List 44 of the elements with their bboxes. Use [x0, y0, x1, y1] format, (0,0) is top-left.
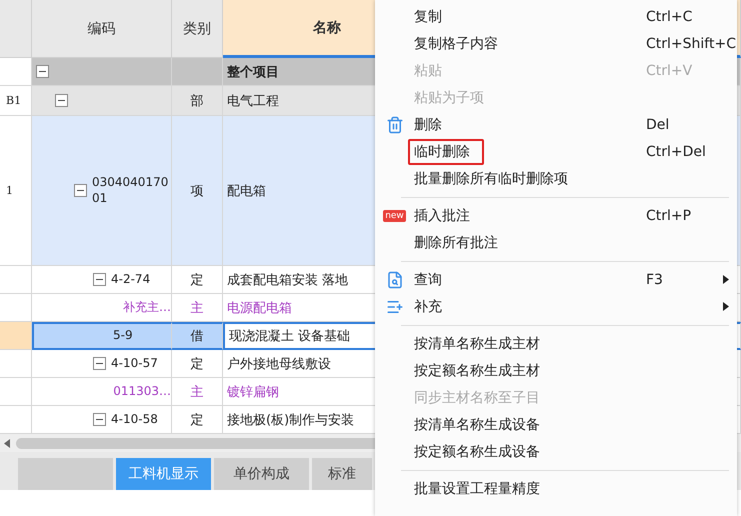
- menu-item[interactable]: 复制 Ctrl+C: [375, 3, 737, 30]
- type-cell: 定: [172, 350, 223, 378]
- row-number-header: [0, 0, 32, 58]
- collapse-toggle[interactable]: [36, 65, 49, 78]
- collapse-toggle[interactable]: [93, 273, 106, 286]
- menu-item[interactable]: new 插入批注 Ctrl+P: [375, 202, 737, 229]
- menu-item[interactable]: 批量删除所有临时删除项: [375, 165, 737, 192]
- search-icon: [386, 270, 404, 288]
- row-number-cell: [0, 322, 32, 350]
- collapse-toggle[interactable]: [55, 94, 68, 107]
- type-cell: 定: [172, 266, 223, 294]
- type-cell: 项: [172, 116, 223, 266]
- collapse-toggle[interactable]: [74, 184, 87, 197]
- row-number-cell: 1: [0, 116, 32, 266]
- code-text: 030404017001: [92, 174, 170, 206]
- menu-item[interactable]: 补充: [375, 293, 737, 320]
- bottom-tab[interactable]: 标准: [312, 458, 372, 490]
- menu-item[interactable]: 临时删除 Ctrl+Del: [375, 138, 737, 165]
- type-cell: 主: [172, 378, 223, 406]
- type-cell: 借: [172, 322, 223, 350]
- type-cell: 主: [172, 294, 223, 322]
- code-text: 4-10-58: [111, 412, 158, 428]
- scroll-left-icon[interactable]: [4, 438, 10, 448]
- code-text: 4-10-57: [111, 356, 158, 372]
- bottom-tab[interactable]: 单价构成: [214, 458, 309, 490]
- code-text: 补充主…: [123, 300, 171, 316]
- new-badge: new: [383, 210, 406, 222]
- menu-item[interactable]: 复制格子内容 Ctrl+Shift+C: [375, 30, 737, 57]
- menu-item[interactable]: 查询 F3: [375, 266, 737, 293]
- type-cell: 定: [172, 406, 223, 434]
- code-text: 011303…: [113, 384, 171, 400]
- column-header[interactable]: 编码: [32, 0, 172, 58]
- type-cell: 部: [172, 86, 223, 116]
- collapse-toggle[interactable]: [93, 413, 106, 426]
- code-text: 4-2-74: [111, 272, 150, 288]
- row-number-cell: B1: [0, 86, 32, 116]
- collapse-toggle[interactable]: [93, 357, 106, 370]
- trash-icon: [386, 116, 404, 134]
- menu-item[interactable]: 批量设置工程量精度: [375, 475, 737, 502]
- column-header[interactable]: 类别: [172, 0, 223, 58]
- highlight-frame: 临时删除: [408, 138, 484, 164]
- menu-item[interactable]: 删除所有批注: [375, 229, 737, 256]
- code-text: 5-9: [113, 328, 133, 344]
- menu-item[interactable]: 按定额名称生成设备: [375, 438, 737, 465]
